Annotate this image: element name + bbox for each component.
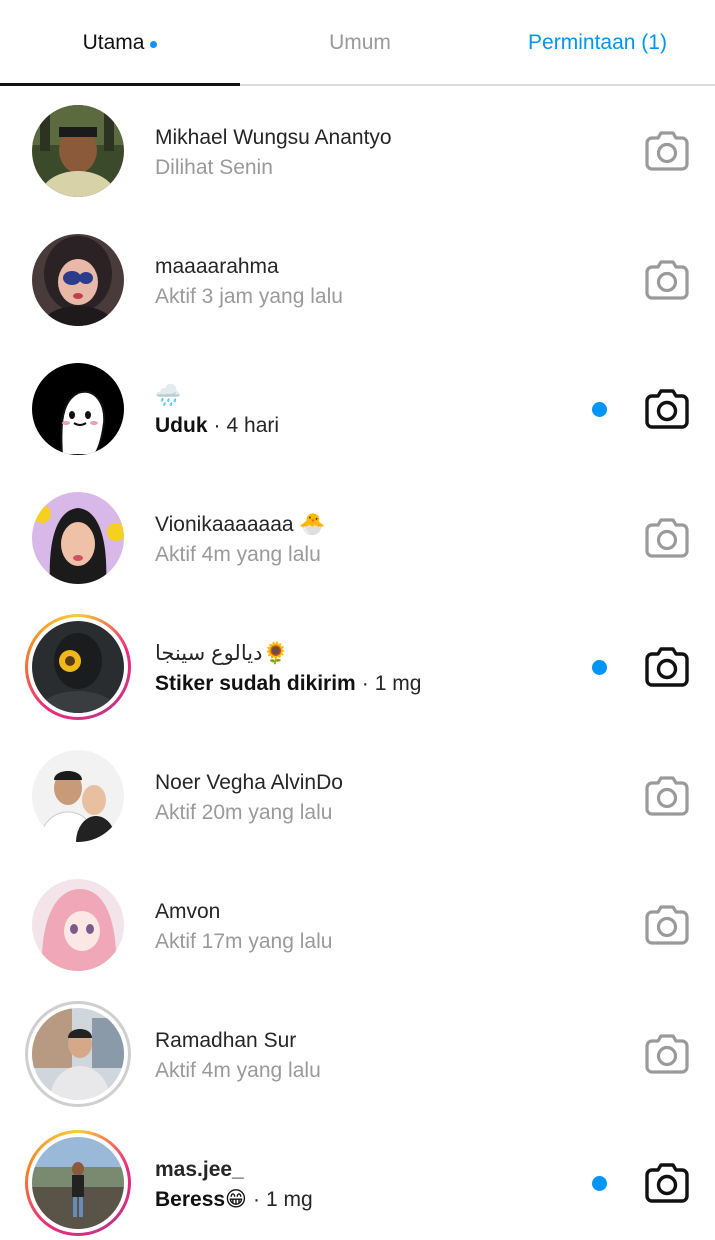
avatar bbox=[32, 1008, 124, 1100]
camera-icon[interactable] bbox=[644, 1162, 690, 1204]
thread-last-message: Uduk · 4 hari bbox=[155, 414, 280, 437]
thread-name: maaaarahma bbox=[155, 255, 279, 278]
avatar[interactable] bbox=[25, 227, 131, 333]
thread-row[interactable]: maaaarahma Aktif 3 jam yang lalu bbox=[0, 217, 715, 346]
thread-status: Dilihat Senin bbox=[155, 156, 273, 179]
unread-dot bbox=[592, 660, 607, 675]
avatar bbox=[32, 1137, 124, 1229]
thread-text: maaaarahma Aktif 3 jam yang lalu bbox=[155, 253, 575, 312]
camera-icon[interactable] bbox=[644, 259, 690, 301]
thread-row[interactable]: Vionikaaaaaaa 🐣 Aktif 4m yang lalu bbox=[0, 475, 715, 604]
thread-text: Vionikaaaaaaa 🐣 Aktif 4m yang lalu bbox=[155, 511, 575, 570]
tab-primary-unread-dot bbox=[150, 40, 158, 48]
camera-icon[interactable] bbox=[644, 517, 690, 559]
thread-text: Ramadhan Sur Aktif 4m yang lalu bbox=[155, 1027, 575, 1086]
thread-last-message: Stiker sudah dikirim · 1 mg bbox=[155, 672, 422, 695]
tab-general[interactable]: Umum bbox=[240, 0, 480, 86]
avatar[interactable] bbox=[25, 98, 131, 204]
thread-text: Noer Vegha AlvinDo Aktif 20m yang lalu bbox=[155, 769, 575, 828]
thread-name: Amvon bbox=[155, 900, 221, 923]
last-message-time: 1 mg bbox=[265, 1188, 313, 1211]
thread-name: Mikhael Wungsu Anantyo bbox=[155, 126, 392, 149]
tab-requests-label: Permintaan (1) bbox=[528, 31, 667, 54]
avatar[interactable] bbox=[25, 485, 131, 591]
thread-status: Aktif 4m yang lalu bbox=[155, 543, 321, 566]
avatar[interactable] bbox=[25, 872, 131, 978]
avatar-story-ring[interactable] bbox=[25, 614, 131, 720]
avatar[interactable] bbox=[25, 743, 131, 849]
camera-icon[interactable] bbox=[644, 130, 690, 172]
last-message-time: 1 mg bbox=[374, 672, 422, 695]
thread-text: ديالوع سينجا🌻 Stiker sudah dikirim · 1 mg bbox=[155, 640, 575, 699]
avatar-story-ring[interactable] bbox=[25, 1130, 131, 1236]
thread-row[interactable]: Noer Vegha AlvinDo Aktif 20m yang lalu bbox=[0, 733, 715, 862]
tab-requests[interactable]: Permintaan (1) bbox=[480, 0, 715, 86]
last-message-time: 4 hari bbox=[226, 414, 280, 437]
camera-icon[interactable] bbox=[644, 775, 690, 817]
thread-status: Aktif 17m yang lalu bbox=[155, 930, 333, 953]
thread-row[interactable]: Amvon Aktif 17m yang lalu bbox=[0, 862, 715, 991]
last-message-text: Stiker sudah dikirim bbox=[155, 672, 356, 695]
thread-row[interactable]: 🌧️ Uduk · 4 hari bbox=[0, 346, 715, 475]
thread-name: mas.jee_ bbox=[155, 1158, 244, 1181]
tab-primary[interactable]: Utama bbox=[0, 0, 240, 86]
avatar-story-ring[interactable] bbox=[25, 1001, 131, 1107]
active-tab-indicator bbox=[0, 83, 240, 86]
unread-dot bbox=[592, 402, 607, 417]
thread-text: mas.jee_ Beress😁 · 1 mg bbox=[155, 1156, 575, 1215]
thread-text: 🌧️ Uduk · 4 hari bbox=[155, 382, 575, 441]
avatar[interactable] bbox=[25, 356, 131, 462]
thread-name: 🌧️ bbox=[155, 384, 182, 407]
inbox-tabs: Utama Umum Permintaan (1) bbox=[0, 0, 715, 86]
thread-last-message: Beress😁 · 1 mg bbox=[155, 1188, 313, 1211]
tab-general-label: Umum bbox=[329, 31, 391, 54]
thread-name: Vionikaaaaaaa 🐣 bbox=[155, 513, 326, 536]
tab-primary-label: Utama bbox=[82, 31, 145, 54]
thread-text: Mikhael Wungsu Anantyo Dilihat Senin bbox=[155, 124, 575, 183]
thread-status: Aktif 20m yang lalu bbox=[155, 801, 333, 824]
avatar bbox=[32, 621, 124, 713]
last-message-text: Uduk bbox=[155, 414, 208, 437]
camera-icon[interactable] bbox=[644, 646, 690, 688]
last-message-text: Beress😁 bbox=[155, 1188, 247, 1211]
thread-row[interactable]: mas.jee_ Beress😁 · 1 mg bbox=[0, 1120, 715, 1240]
camera-icon[interactable] bbox=[644, 1033, 690, 1075]
thread-row[interactable]: ديالوع سينجا🌻 Stiker sudah dikirim · 1 mg bbox=[0, 604, 715, 733]
camera-icon[interactable] bbox=[644, 388, 690, 430]
thread-text: Amvon Aktif 17m yang lalu bbox=[155, 898, 575, 957]
thread-status: Aktif 4m yang lalu bbox=[155, 1059, 321, 1082]
camera-icon[interactable] bbox=[644, 904, 690, 946]
thread-name: ديالوع سينجا🌻 bbox=[155, 642, 289, 665]
thread-name: Noer Vegha AlvinDo bbox=[155, 771, 343, 794]
thread-row[interactable]: Ramadhan Sur Aktif 4m yang lalu bbox=[0, 991, 715, 1120]
thread-status: Aktif 3 jam yang lalu bbox=[155, 285, 343, 308]
thread-name: Ramadhan Sur bbox=[155, 1029, 297, 1052]
unread-dot bbox=[592, 1176, 607, 1191]
thread-row[interactable]: Mikhael Wungsu Anantyo Dilihat Senin bbox=[0, 88, 715, 217]
